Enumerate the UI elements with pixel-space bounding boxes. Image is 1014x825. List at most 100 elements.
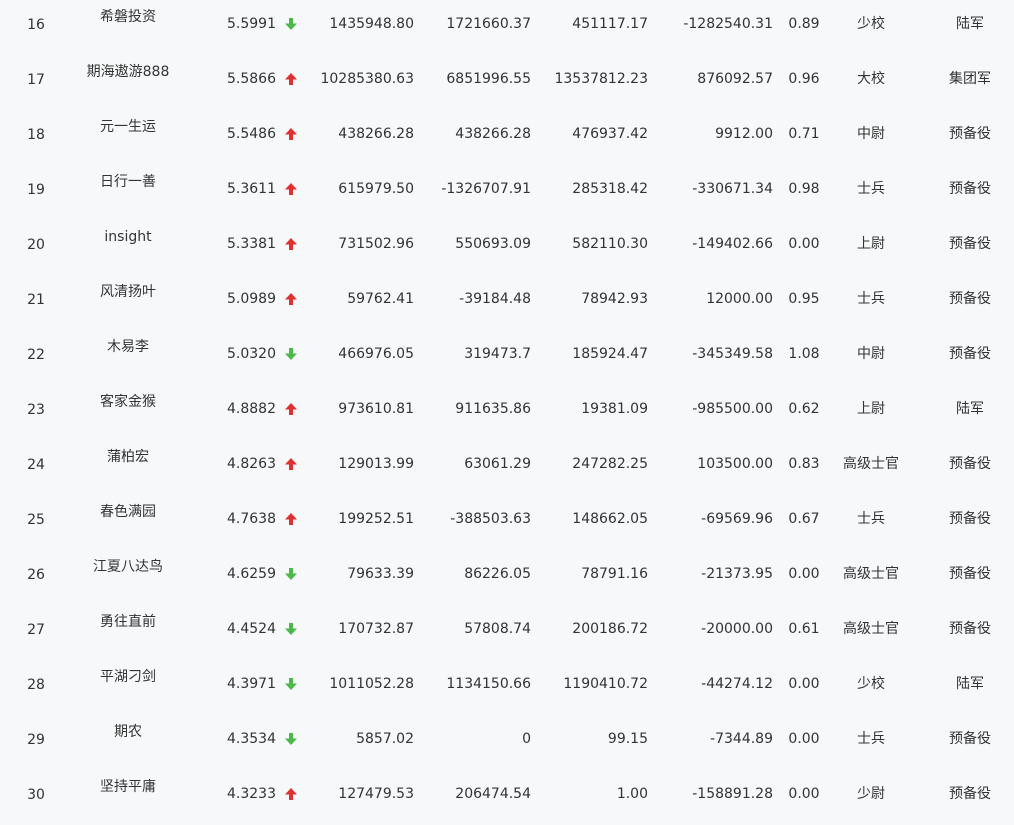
value-col-2: 1134150.66 bbox=[446, 676, 531, 692]
rank-cell: 16 bbox=[27, 17, 45, 33]
trader-name[interactable]: 希磐投资 bbox=[72, 8, 184, 26]
branch-label: 预备役 bbox=[949, 456, 991, 472]
value-col-1: 79633.39 bbox=[347, 566, 414, 582]
branch-label: 陆军 bbox=[956, 676, 984, 692]
branch-label: 预备役 bbox=[949, 511, 991, 527]
branch-label: 预备役 bbox=[949, 786, 991, 802]
value-col-2: 911635.86 bbox=[455, 401, 531, 417]
trader-name[interactable]: 风清扬叶 bbox=[72, 283, 184, 301]
value-col-2: 6851996.55 bbox=[446, 71, 531, 87]
score-value: 4.3534 bbox=[227, 731, 276, 747]
value-col-3: 1190410.72 bbox=[563, 676, 648, 692]
rank-cell: 26 bbox=[27, 567, 45, 583]
rank-title: 少尉 bbox=[857, 786, 885, 802]
table-row: 23 客家金猴 4.8882 973610.81 911635.86 19381.09 -9… bbox=[0, 385, 1014, 440]
branch-label: 预备役 bbox=[949, 181, 991, 197]
rank-title: 中尉 bbox=[857, 346, 885, 362]
trader-name[interactable]: 元一生运 bbox=[72, 118, 184, 136]
table-row: 25 春色满园 4.7638 199252.51 -388503.63 148662.05… bbox=[0, 495, 1014, 550]
value-col-4: -345349.58 bbox=[692, 346, 773, 362]
ratio-value: 0.71 bbox=[788, 126, 820, 142]
rank-cell: 27 bbox=[27, 622, 45, 638]
score-value: 4.8882 bbox=[227, 401, 276, 417]
arrow-up-icon bbox=[285, 293, 297, 305]
rank-title: 士兵 bbox=[857, 291, 885, 307]
table-row: 28 平湖刁剑 4.3971 1011052.28 1134150.66 1190410.… bbox=[0, 660, 1014, 715]
trader-name[interactable]: insight bbox=[72, 228, 184, 246]
rank-cell: 22 bbox=[27, 347, 45, 363]
ratio-value: 0.00 bbox=[788, 731, 820, 747]
rank-title: 高级士官 bbox=[843, 566, 899, 582]
value-col-2: 63061.29 bbox=[464, 456, 531, 472]
ratio-value: 0.00 bbox=[788, 786, 820, 802]
value-col-3: 476937.42 bbox=[572, 126, 648, 142]
value-col-1: 170732.87 bbox=[338, 621, 414, 637]
value-col-1: 1011052.28 bbox=[329, 676, 414, 692]
trader-name[interactable]: 客家金猴 bbox=[72, 393, 184, 411]
arrow-down-icon bbox=[285, 568, 297, 580]
value-col-1: 127479.53 bbox=[338, 786, 414, 802]
rank-cell: 19 bbox=[27, 182, 45, 198]
ratio-value: 0.00 bbox=[788, 236, 820, 252]
value-col-3: 1.00 bbox=[616, 786, 648, 802]
rank-cell: 25 bbox=[27, 512, 45, 528]
value-col-4: -1282540.31 bbox=[683, 16, 773, 32]
score-value: 4.3971 bbox=[227, 676, 276, 692]
value-col-4: 103500.00 bbox=[697, 456, 773, 472]
arrow-down-icon bbox=[285, 623, 297, 635]
value-col-4: -330671.34 bbox=[692, 181, 773, 197]
value-col-1: 59762.41 bbox=[347, 291, 414, 307]
branch-label: 预备役 bbox=[949, 291, 991, 307]
score-value: 4.8263 bbox=[227, 456, 276, 472]
arrow-up-icon bbox=[285, 513, 297, 525]
trader-name[interactable]: 春色满园 bbox=[72, 503, 184, 521]
score-value: 5.3381 bbox=[227, 236, 276, 252]
score-value: 5.0989 bbox=[227, 291, 276, 307]
rank-title: 中尉 bbox=[857, 126, 885, 142]
table-row: 17 期海遨游888 5.5866 10285380.63 6851996.55 1353… bbox=[0, 55, 1014, 110]
rank-cell: 21 bbox=[27, 292, 45, 308]
value-col-2: -388503.63 bbox=[450, 511, 531, 527]
trader-name[interactable]: 勇往直前 bbox=[72, 613, 184, 631]
trader-name[interactable]: 坚持平庸 bbox=[72, 778, 184, 796]
table-row: 19 日行一善 5.3611 615979.50 -1326707.91 285318.4… bbox=[0, 165, 1014, 220]
trader-name[interactable]: 期海遨游888 bbox=[72, 63, 184, 81]
score-value: 5.5991 bbox=[227, 16, 276, 32]
table-row: 24 蒲柏宏 4.8263 129013.99 63061.29 247282.25 103… bbox=[0, 440, 1014, 495]
value-col-1: 5857.02 bbox=[356, 731, 414, 747]
value-col-3: 582110.30 bbox=[572, 236, 648, 252]
rank-cell: 29 bbox=[27, 732, 45, 748]
value-col-3: 99.15 bbox=[607, 731, 648, 747]
branch-label: 预备役 bbox=[949, 126, 991, 142]
trader-name[interactable]: 江夏八达鸟 bbox=[72, 558, 184, 576]
table-row: 16 希磐投资 5.5991 1435948.80 1721660.37 451117.1… bbox=[0, 0, 1014, 55]
value-col-4: 9912.00 bbox=[715, 126, 773, 142]
table-row: 21 风清扬叶 5.0989 59762.41 -39184.48 78942.93 120… bbox=[0, 275, 1014, 330]
rank-title: 上尉 bbox=[857, 236, 885, 252]
trader-name[interactable]: 蒲柏宏 bbox=[72, 448, 184, 466]
value-col-3: 285318.42 bbox=[572, 181, 648, 197]
value-col-3: 451117.17 bbox=[572, 16, 648, 32]
arrow-down-icon bbox=[285, 678, 297, 690]
value-col-2: 57808.74 bbox=[464, 621, 531, 637]
table-row: 27 勇往直前 4.4524 170732.87 57808.74 200186.72 -2… bbox=[0, 605, 1014, 660]
value-col-1: 466976.05 bbox=[338, 346, 414, 362]
arrow-up-icon bbox=[285, 788, 297, 800]
rank-title: 上尉 bbox=[857, 401, 885, 417]
trader-name[interactable]: 平湖刁剑 bbox=[72, 668, 184, 686]
ratio-value: 0.83 bbox=[788, 456, 820, 472]
trader-name[interactable]: 日行一善 bbox=[72, 173, 184, 191]
value-col-2: 438266.28 bbox=[455, 126, 531, 142]
arrow-down-icon bbox=[285, 733, 297, 745]
trader-name[interactable]: 期农 bbox=[72, 723, 184, 741]
value-col-3: 185924.47 bbox=[572, 346, 648, 362]
trader-name[interactable]: 木易李 bbox=[72, 338, 184, 356]
value-col-2: 550693.09 bbox=[455, 236, 531, 252]
value-col-3: 13537812.23 bbox=[554, 71, 648, 87]
value-col-4: 12000.00 bbox=[706, 291, 773, 307]
ratio-value: 0.61 bbox=[788, 621, 820, 637]
branch-label: 预备役 bbox=[949, 236, 991, 252]
arrow-up-icon bbox=[285, 238, 297, 250]
table-row: 22 木易李 5.0320 466976.05 319473.7 185924.47 -34… bbox=[0, 330, 1014, 385]
value-col-4: -21373.95 bbox=[701, 566, 773, 582]
